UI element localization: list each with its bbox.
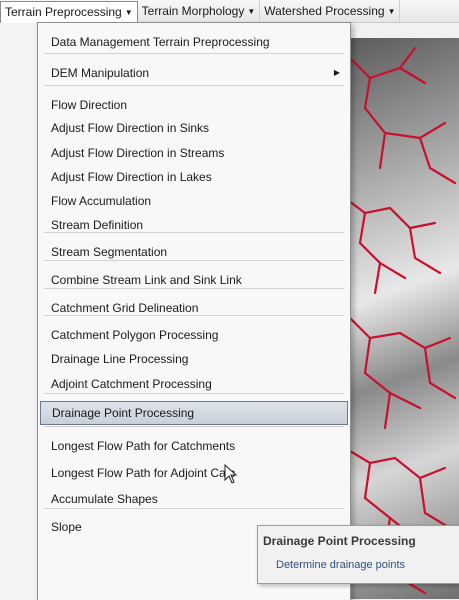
- menu-separator: [44, 508, 344, 509]
- menu-item-data-management-terrain-preprocessing[interactable]: Data Management Terrain Preprocessing: [40, 30, 348, 54]
- menu-item-label: Stream Definition: [51, 218, 144, 232]
- menu-item-label: Flow Direction: [51, 98, 128, 112]
- menu-item-flow-accumulation[interactable]: Flow Accumulation: [40, 189, 348, 213]
- menu-item-adjust-flow-direction-in-streams[interactable]: Adjust Flow Direction in Streams: [40, 141, 348, 165]
- menu-item-longest-flow-path-for-catchments[interactable]: Longest Flow Path for Catchments: [40, 434, 348, 458]
- menu-separator: [44, 288, 344, 289]
- menu-item-label: Catchment Grid Delineation: [51, 301, 199, 315]
- menu-item-drainage-point-processing[interactable]: Drainage Point Processing: [40, 401, 348, 425]
- menu-item-label: DEM Manipulation: [51, 66, 150, 80]
- menu-item-flow-direction[interactable]: Flow Direction: [40, 93, 348, 117]
- terrain-map-view[interactable]: [340, 38, 459, 599]
- menu-item-stream-definition[interactable]: Stream Definition: [40, 213, 348, 237]
- stream-network: [343, 46, 457, 595]
- terrain-preprocessing-dropdown: Data Management Terrain Preprocessing DEM…: [37, 22, 351, 600]
- menubar-item-label: Terrain Preprocessing: [5, 5, 122, 19]
- menubar-item-watershed-processing[interactable]: Watershed Processing ▼: [260, 0, 401, 22]
- menu-item-label: Adjust Flow Direction in Sinks: [51, 121, 210, 135]
- menu-separator: [44, 393, 344, 394]
- menu-item-catchment-polygon-processing[interactable]: Catchment Polygon Processing: [40, 323, 348, 347]
- menu-item-label: Catchment Polygon Processing: [51, 328, 219, 342]
- menu-separator: [44, 53, 344, 54]
- menu-item-longest-flow-path-for-adjoint-catc[interactable]: Longest Flow Path for Adjoint Catc: [40, 461, 348, 485]
- menu-item-label: Adjust Flow Direction in Lakes: [51, 170, 212, 184]
- menu-item-adjust-flow-direction-in-lakes[interactable]: Adjust Flow Direction in Lakes: [40, 165, 348, 189]
- menu-separator: [44, 85, 344, 86]
- menu-separator: [44, 426, 344, 427]
- menubar-item-label: Watershed Processing: [264, 4, 385, 18]
- menu-item-label: Flow Accumulation: [51, 194, 152, 208]
- menu-item-label: Longest Flow Path for Adjoint Catc: [51, 466, 236, 480]
- map-header-strip: [340, 22, 459, 38]
- menu-item-adjust-flow-direction-in-sinks[interactable]: Adjust Flow Direction in Sinks: [40, 116, 348, 140]
- menu-item-drainage-line-processing[interactable]: Drainage Line Processing: [40, 347, 348, 371]
- menu-item-label: Longest Flow Path for Catchments: [51, 439, 236, 453]
- menubar-item-label: Terrain Morphology: [141, 4, 245, 18]
- menu-separator: [44, 260, 344, 261]
- menu-item-label: Adjust Flow Direction in Streams: [51, 146, 225, 160]
- dropdown-arrow-icon: ▼: [247, 6, 256, 16]
- tooltip-description: Determine drainage points: [276, 559, 406, 571]
- menu-bar: Terrain Preprocessing ▼ Terrain Morphology…: [0, 0, 459, 23]
- tooltip: Drainage Point Processing Determine drai…: [257, 525, 459, 584]
- dropdown-arrow-icon: ▼: [124, 7, 133, 17]
- menu-item-dem-manipulation[interactable]: DEM Manipulation ▶: [40, 61, 348, 85]
- submenu-arrow-icon: ▶: [333, 68, 340, 77]
- menubar-item-terrain-morphology[interactable]: Terrain Morphology ▼: [138, 0, 261, 22]
- menu-item-label: Slope: [51, 520, 82, 534]
- menu-item-label: Drainage Line Processing: [51, 352, 189, 366]
- tooltip-title: Drainage Point Processing: [263, 534, 416, 548]
- menubar-item-terrain-preprocessing[interactable]: Terrain Preprocessing ▼: [0, 0, 138, 23]
- menu-item-label: Data Management Terrain Preprocessing: [51, 35, 270, 49]
- mouse-pointer-icon: [224, 464, 238, 484]
- menu-separator: [44, 232, 344, 233]
- menu-separator: [44, 315, 344, 316]
- menu-item-catchment-grid-delineation[interactable]: Catchment Grid Delineation: [40, 296, 348, 320]
- menu-item-label: Drainage Point Processing: [52, 406, 195, 420]
- dropdown-arrow-icon: ▼: [387, 6, 396, 16]
